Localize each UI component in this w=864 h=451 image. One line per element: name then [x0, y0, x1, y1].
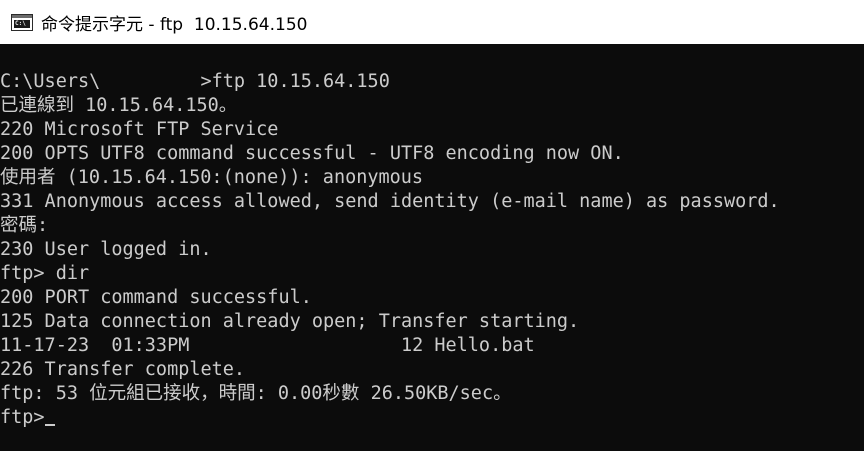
console-line: 11-17-23 01:33PM 12 Hello.bat [0, 335, 535, 356]
console-window-icon[interactable]: C:\ [11, 13, 33, 31]
console-line: ftp: 53 位元組已接收，時間: 0.00秒數 26.50KB/sec。 [0, 383, 512, 404]
text-cursor [44, 424, 55, 426]
icon-screen: C:\ [14, 19, 30, 28]
ftp-prompt: ftp> [0, 407, 45, 428]
console-line: 230 User logged in. [0, 239, 212, 260]
console-line: 已連線到 10.15.64.150。 [0, 95, 238, 116]
console-line: 226 Transfer complete. [0, 359, 246, 380]
title-bar[interactable]: C:\ 命令提示字元 - ftp 10.15.64.150 [0, 0, 864, 44]
console-line: 331 Anonymous access allowed, send ident… [0, 191, 780, 212]
console-line: 200 OPTS UTF8 command successful - UTF8 … [0, 143, 624, 164]
command-prompt-line[interactable]: ftp> [0, 406, 864, 430]
console-output[interactable]: C:\Users\ >ftp 10.15.64.150 已連線到 10.15.6… [0, 70, 864, 430]
command-prompt-window: C:\ 命令提示字元 - ftp 10.15.64.150 C:\Users\ … [0, 0, 864, 451]
console-line: C:\Users\ >ftp 10.15.64.150 [0, 71, 390, 92]
icon-title-strip [12, 14, 32, 18]
console-line: 密碼: [0, 215, 49, 236]
console-line: 220 Microsoft FTP Service [0, 119, 279, 140]
console-line: 使用者 (10.15.64.150:(none)): anonymous [0, 167, 424, 188]
console-line: 200 PORT command successful. [0, 287, 312, 308]
console-line: ftp> dir [0, 263, 90, 284]
window-title: 命令提示字元 - ftp 10.15.64.150 [41, 14, 308, 35]
console-line: 125 Data connection already open; Transf… [0, 311, 580, 332]
